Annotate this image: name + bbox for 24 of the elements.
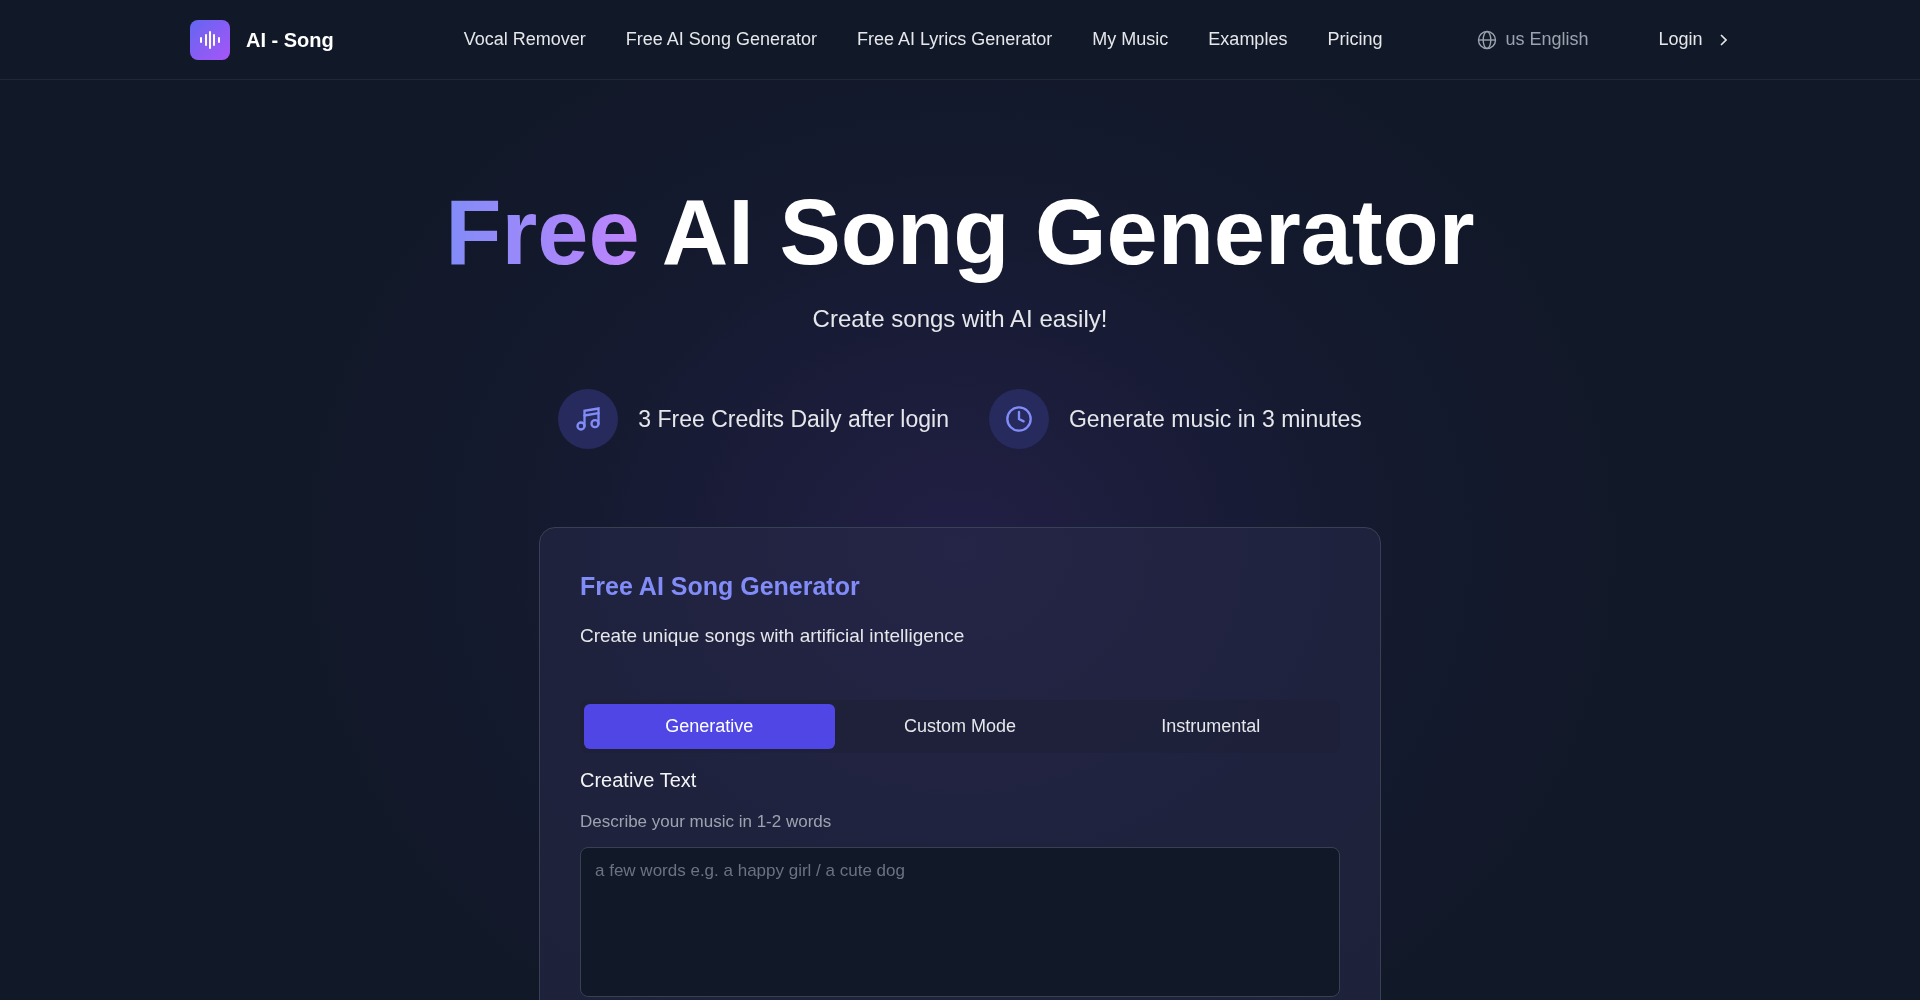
feature-text: Generate music in 3 minutes [1068, 404, 1362, 434]
brand-name[interactable]: AI - Song [246, 24, 334, 55]
login-link[interactable]: Login [1658, 26, 1727, 53]
feature-text: 3 Free Credits Daily after login [638, 404, 949, 434]
generator-description: Create unique songs with artificial intelligence [580, 623, 966, 648]
creative-text-field[interactable]: a few words e.g. a happy girl / a cute dog [580, 846, 1340, 997]
nav-link[interactable]: My Music [1092, 26, 1169, 53]
field-hint: Describe your music in 1-2 words [580, 811, 833, 834]
field-label: Creative Text [580, 768, 698, 794]
mode-tab[interactable]: Instrumental [1085, 704, 1336, 750]
globe-icon [1477, 29, 1498, 50]
logo-icon[interactable] [190, 19, 230, 60]
nav-link[interactable]: Free AI Song Generator [625, 26, 817, 53]
hero-subtitle: Create songs with AI easily! [811, 304, 1109, 335]
mode-tab[interactable]: Generative [584, 704, 835, 750]
nav-link[interactable]: Free AI Lyrics Generator [856, 26, 1053, 53]
mode-tab[interactable]: Custom Mode [834, 704, 1086, 750]
chevron-right-icon [1718, 33, 1727, 46]
nav-link[interactable]: Pricing [1327, 26, 1383, 53]
nav-link[interactable]: Examples [1208, 26, 1288, 53]
generator-title: Free AI Song Generator [580, 571, 861, 603]
hero-title: Free AI Song Generator [444, 182, 1476, 284]
nav-link[interactable]: Vocal Remover [463, 26, 586, 53]
language-selector[interactable]: us English [1477, 26, 1589, 53]
